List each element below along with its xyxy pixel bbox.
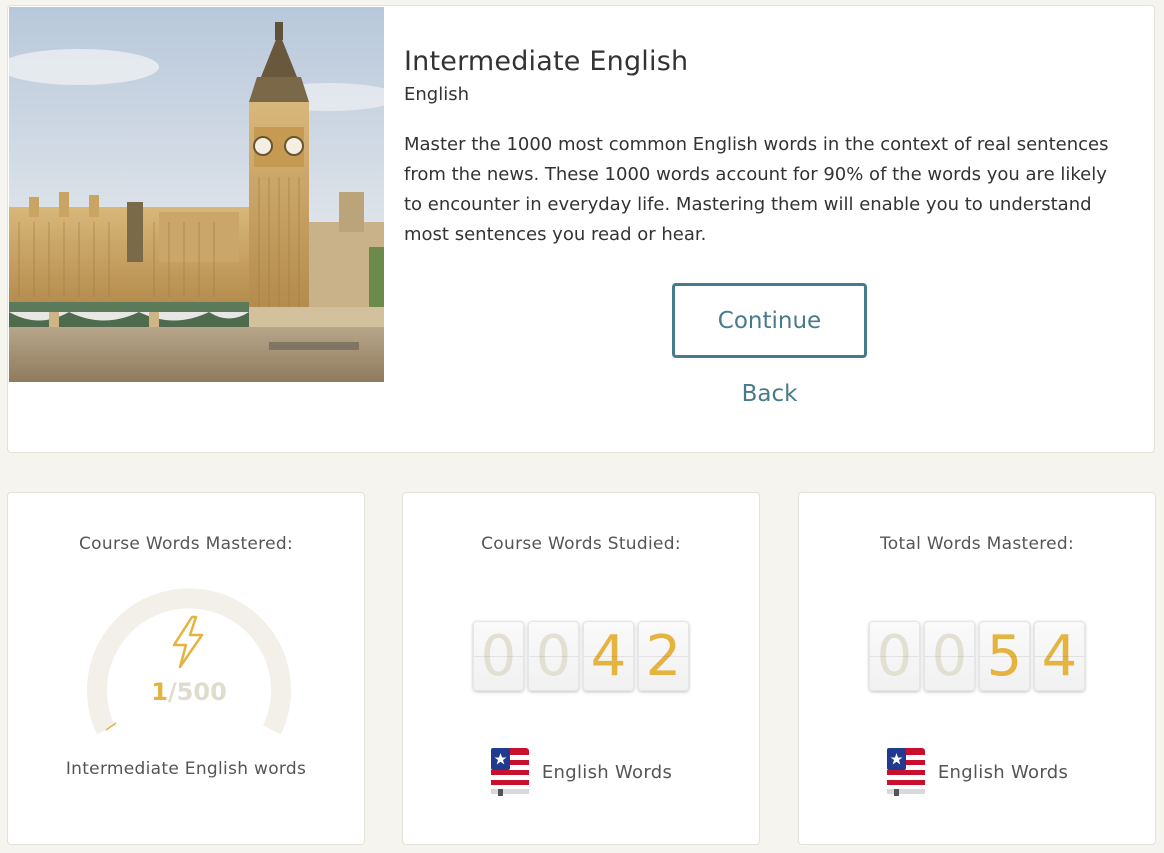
course-language: English	[404, 84, 469, 105]
mastered-current: 1	[151, 678, 168, 706]
counter-digit: 0	[869, 621, 920, 691]
course-card: Intermediate English English Master the …	[7, 5, 1155, 453]
counter-digit: 0	[528, 621, 579, 691]
words-label-text: English Words	[541, 761, 673, 783]
words-label: English Words	[403, 747, 759, 797]
words-label: English Words	[799, 747, 1155, 797]
us-flag-book-icon	[490, 747, 530, 797]
counter-digit: 4	[1034, 621, 1085, 691]
continue-button[interactable]: Continue	[672, 283, 867, 358]
total-counter: 0 0 5 4	[799, 621, 1155, 691]
counter-digit: 0	[473, 621, 524, 691]
course-words-mastered-card: Course Words Mastered: 1/500 Intermediat…	[7, 492, 365, 845]
mastery-gauge: 1/500	[84, 573, 294, 743]
counter-digit: 5	[979, 621, 1030, 691]
course-description: Master the 1000 most common English word…	[404, 134, 1109, 245]
mastered-count: 1/500	[84, 678, 294, 706]
studied-counter: 0 0 4 2	[403, 621, 759, 691]
mastered-total: /500	[167, 678, 227, 706]
course-title: Intermediate English	[404, 46, 689, 77]
counter-digit: 4	[583, 621, 634, 691]
words-label-text: English Words	[937, 761, 1069, 783]
course-image	[9, 7, 384, 382]
lightning-icon	[168, 615, 208, 669]
back-link[interactable]: Back	[672, 381, 867, 407]
stat-title: Total Words Mastered:	[879, 534, 1075, 554]
us-flag-book-icon	[886, 747, 926, 797]
stat-title: Course Words Studied:	[481, 534, 681, 554]
stat-title: Course Words Mastered:	[79, 534, 293, 554]
total-words-mastered-card: Total Words Mastered: 0 0 5 4 English Wo…	[798, 492, 1156, 845]
counter-digit: 0	[924, 621, 975, 691]
stat-caption: Intermediate English words	[65, 759, 307, 779]
course-words-studied-card: Course Words Studied: 0 0 4 2 English Wo…	[402, 492, 760, 845]
counter-digit: 2	[638, 621, 689, 691]
